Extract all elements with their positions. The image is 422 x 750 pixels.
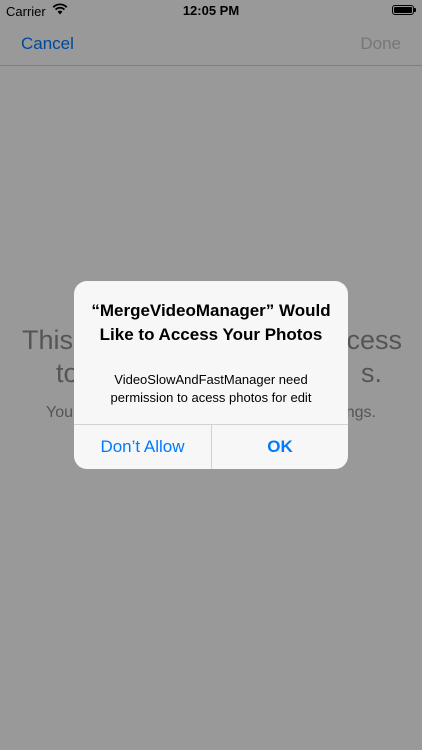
alert-title: “MergeVideoManager” Would Like to Access… bbox=[91, 301, 331, 344]
dont-allow-button[interactable]: Don’t Allow bbox=[74, 425, 211, 469]
ok-button[interactable]: OK bbox=[212, 425, 348, 469]
permission-alert: “MergeVideoManager” Would Like to Access… bbox=[74, 281, 348, 469]
alert-message: VideoSlowAndFastManager need permission … bbox=[110, 372, 312, 405]
